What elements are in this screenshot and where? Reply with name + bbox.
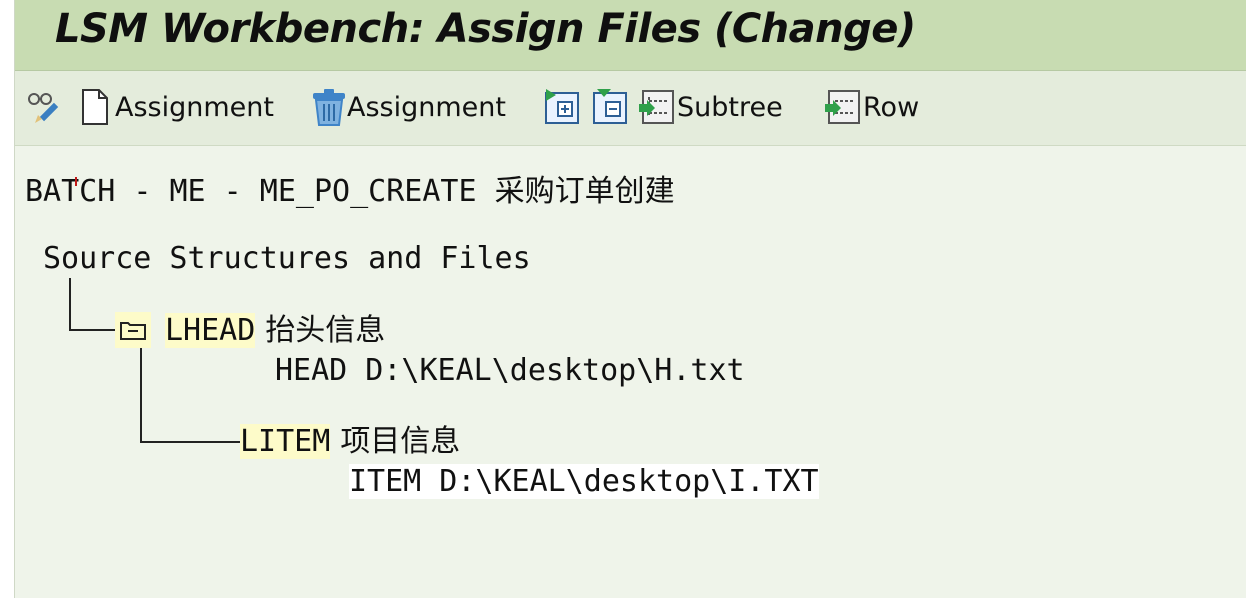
file-assignment-item[interactable]: ITEM D:\KEAL\desktop\I.TXT [349, 463, 819, 501]
row-button[interactable]: Row [825, 85, 919, 129]
tree-connector [69, 329, 115, 331]
subtree-button[interactable]: Subtree [639, 85, 783, 129]
application-toolbar: Assignment Assignment Subtree Row [15, 71, 1246, 146]
glasses-pencil-icon [25, 87, 61, 127]
file-assignment-head[interactable]: HEAD D:\KEAL\desktop\H.txt [275, 352, 745, 390]
tree-connector [140, 441, 240, 443]
node-description: 项目信息 [340, 424, 461, 459]
subtree-icon [639, 87, 675, 127]
node-name: LHEAD [165, 313, 256, 348]
tree-root-label[interactable]: Source Structures and Files [43, 241, 531, 276]
expand-button[interactable] [543, 85, 579, 129]
row-label: Row [863, 91, 920, 123]
cursor-start-marker [75, 177, 85, 186]
tree-connector [69, 278, 71, 330]
create-assignment-label: Assignment [115, 91, 274, 123]
tree-area: BATCH - ME - ME_PO_CREATE 采购订单创建 Source … [15, 146, 1246, 598]
tree-node-litem[interactable]: LITEM 项目信息 [240, 423, 460, 461]
expand-node-icon [543, 87, 579, 127]
collapse-button[interactable] [591, 85, 627, 129]
display-change-button[interactable] [25, 85, 61, 129]
subtree-label: Subtree [677, 91, 783, 123]
batch-header: BATCH - ME - ME_PO_CREATE 采购订单创建 [25, 174, 675, 209]
document-icon [77, 87, 113, 127]
main-window: LSM Workbench: Assign Files (Change) Ass… [14, 0, 1246, 598]
collapse-node-icon [591, 87, 627, 127]
delete-assignment-button[interactable]: Assignment [309, 85, 506, 129]
tree-node-lhead[interactable]: LHEAD 抬头信息 [165, 312, 385, 350]
delete-assignment-label: Assignment [347, 91, 506, 123]
cursor-end-marker [786, 177, 795, 186]
create-assignment-button[interactable]: Assignment [77, 85, 274, 129]
tree-connector [140, 348, 142, 442]
file-assignment-item-text: ITEM D:\KEAL\desktop\I.TXT [349, 464, 819, 499]
trash-icon [309, 87, 345, 127]
window-title: LSM Workbench: Assign Files (Change) [55, 6, 916, 52]
row-icon [825, 87, 861, 127]
title-bar: LSM Workbench: Assign Files (Change) [15, 0, 1246, 71]
folder-icon[interactable] [115, 312, 151, 348]
node-description: 抬头信息 [265, 313, 386, 348]
node-name: LITEM [240, 424, 331, 459]
